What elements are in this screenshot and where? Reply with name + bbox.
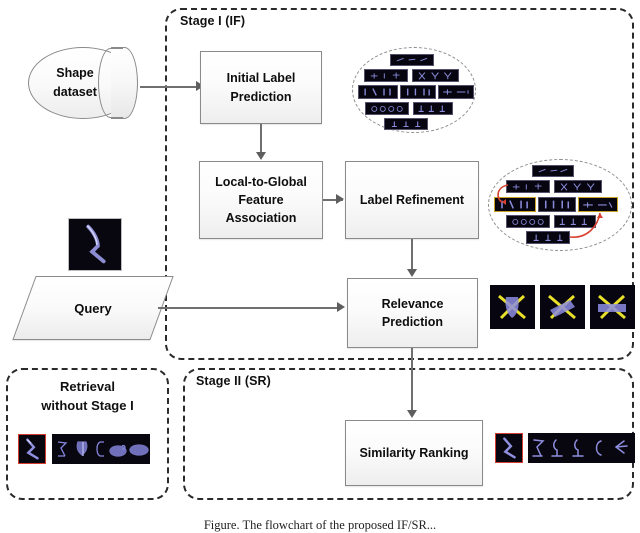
cylinder-inner-arc [98, 48, 123, 118]
cluster-tile-highlighted [578, 197, 618, 212]
cluster-tile-glyph [418, 105, 445, 113]
connector-relevance-to-ranking [411, 348, 413, 416]
shape-dataset-node: Shape dataset [28, 47, 138, 119]
stage2-results-glyphs [532, 439, 628, 457]
relevance-tile-glyph [598, 294, 626, 320]
query-shape-glyph [26, 438, 39, 460]
dataset-label-line1: Shape [56, 66, 94, 81]
relevance-label-line2: Prediction [381, 315, 444, 329]
cluster-tile-glyph [371, 105, 403, 112]
cluster-tile [438, 85, 474, 99]
cluster-tile [506, 180, 550, 193]
local-to-global-node: Local-to-Global Feature Association [199, 161, 323, 239]
cluster-tile [390, 54, 434, 66]
stage2-query-glyph [503, 437, 516, 459]
initial-label-line1: Initial Label [226, 71, 296, 86]
cluster-tile [358, 85, 398, 99]
cluster-tile [400, 85, 436, 99]
shape-dataset-label: Shape dataset [53, 64, 97, 102]
stage-2-label: Stage II (SR) [196, 374, 271, 388]
cluster-tile-glyph [512, 218, 544, 225]
cluster-tile-highlighted [494, 197, 536, 212]
query-label: Query [74, 300, 112, 316]
cluster-tile-glyph [560, 183, 595, 191]
connector-dataset-to-initial [140, 86, 198, 88]
arrowhead-relevance-to-ranking [407, 410, 417, 418]
query-shape-thumbnail [68, 218, 122, 271]
cluster-tile [413, 102, 453, 115]
query-node: Query [12, 276, 174, 340]
ltg-label-line3: Association [225, 211, 297, 226]
cluster-tile-glyph [370, 72, 400, 79]
stage2-query-thumbnail [495, 433, 523, 463]
arrowhead-query-to-relevance [337, 302, 345, 312]
baseline-results-glyphs [57, 441, 149, 457]
cluster-tile-glyph [396, 57, 428, 62]
relevance-tile-glyph [548, 294, 576, 320]
initial-label-cluster [352, 47, 476, 133]
cluster-tile-glyph [559, 218, 587, 226]
arrowhead-refinement-to-relevance [407, 269, 417, 277]
cluster-tile [364, 69, 408, 82]
figure-caption: Figure. The flowchart of the proposed IF… [203, 518, 437, 532]
cluster-tile-glyph [391, 121, 421, 128]
ltg-label-line1: Local-to-Global [215, 174, 307, 189]
baseline-label-line1: Retrieval [60, 379, 115, 394]
arrowhead-initial-to-ltg [256, 152, 266, 160]
refined-label-cluster [488, 159, 632, 251]
baseline-results-strip [52, 434, 150, 464]
cluster-tile-glyph [443, 89, 469, 95]
cluster-tile [554, 215, 596, 228]
retrieval-without-stage1-label: Retrieval without Stage I [6, 378, 169, 416]
cluster-tile-glyph [407, 88, 430, 96]
cluster-tile [506, 215, 550, 228]
label-refinement-node: Label Refinement [345, 161, 479, 239]
cluster-tile-glyph [512, 183, 542, 190]
relevance-overlay-tile [490, 285, 535, 329]
cluster-tile-glyph [538, 168, 568, 173]
cluster-tile-glyph [544, 200, 570, 209]
ltg-label-line2: Feature [238, 192, 284, 207]
cluster-tile [532, 165, 574, 177]
initial-label-prediction-node: Initial Label Prediction [200, 51, 322, 124]
label-refinement-label: Label Refinement [359, 192, 465, 207]
connector-query-to-relevance [158, 307, 340, 309]
similarity-ranking-node: Similarity Ranking [345, 420, 483, 486]
query-thumbnail-glyph [86, 224, 106, 264]
stage-1-label: Stage I (IF) [180, 14, 246, 28]
relevance-label-line1: Relevance [381, 296, 444, 311]
initial-label-line2: Prediction [230, 89, 292, 104]
baseline-label-line2: without Stage I [41, 397, 134, 413]
cluster-tile [526, 231, 570, 244]
relevance-prediction-node: Relevance Prediction [347, 278, 478, 348]
cluster-tile-glyph [583, 202, 613, 208]
cluster-tile-glyph [501, 200, 528, 209]
relevance-tile-glyph [498, 294, 526, 320]
cluster-tile [538, 197, 576, 212]
cluster-tile [365, 102, 409, 115]
relevance-overlay-tile [540, 285, 585, 329]
cluster-tile [384, 118, 428, 130]
arrowhead-ltg-to-refinement [336, 194, 344, 204]
similarity-ranking-label: Similarity Ranking [359, 445, 469, 460]
stage2-results-strip [528, 433, 635, 463]
cluster-tile [412, 69, 459, 82]
cluster-tile [554, 180, 602, 193]
cluster-tile-glyph [364, 88, 391, 96]
dataset-label-line2: dataset [53, 85, 97, 99]
relevance-overlay-tile [590, 285, 635, 329]
cluster-tile-glyph [533, 234, 563, 242]
cluster-tile-glyph [418, 72, 452, 80]
baseline-query-thumbnail [18, 434, 46, 464]
